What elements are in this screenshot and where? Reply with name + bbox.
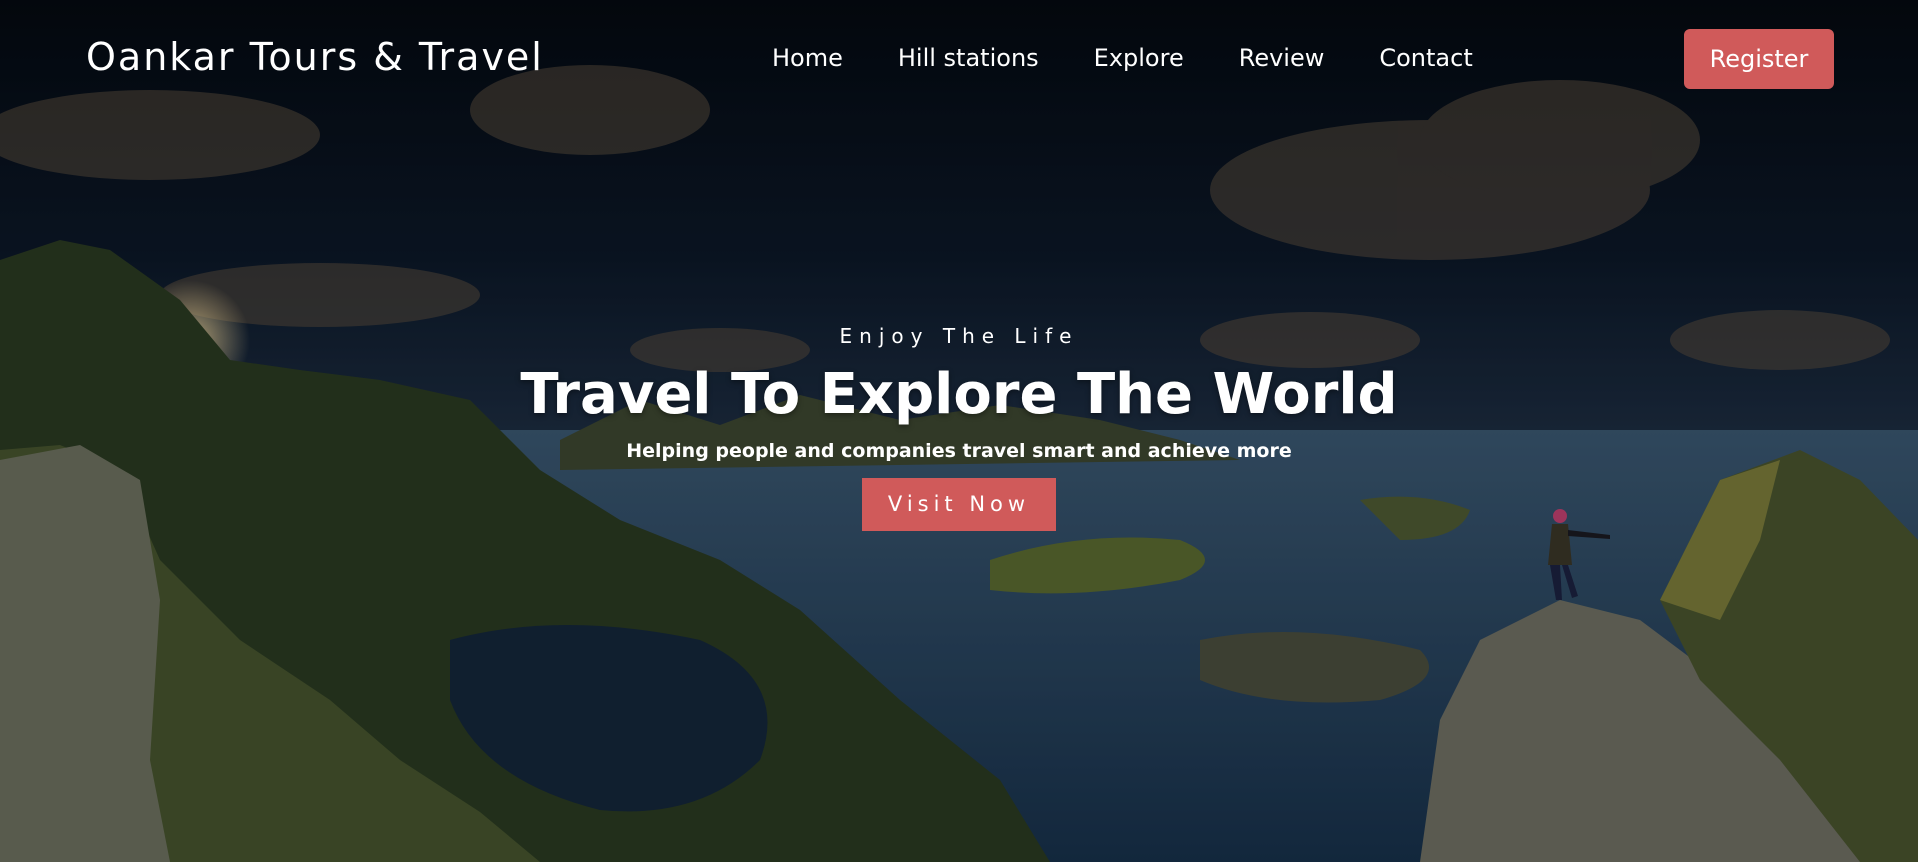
visit-now-button[interactable]: Visit Now — [862, 477, 1056, 531]
nav-link-review[interactable]: Review — [1239, 44, 1325, 72]
hero-content: Enjoy The Life Travel To Explore The Wor… — [0, 324, 1918, 531]
hero-tagline: Enjoy The Life — [839, 324, 1079, 348]
nav-link-home[interactable]: Home — [772, 44, 843, 72]
hero-subtitle: Helping people and companies travel smar… — [626, 439, 1292, 462]
nav-links: Home Hill stations Explore Review Contac… — [772, 44, 1473, 72]
hero-section: Oankar Tours & Travel Home Hill stations… — [0, 0, 1918, 862]
nav-link-contact[interactable]: Contact — [1379, 44, 1472, 72]
site-logo[interactable]: Oankar Tours & Travel — [86, 35, 544, 79]
register-button[interactable]: Register — [1684, 29, 1834, 89]
nav-link-explore[interactable]: Explore — [1094, 44, 1184, 72]
nav-link-hill-stations[interactable]: Hill stations — [898, 44, 1039, 72]
hero-headline: Travel To Explore The World — [520, 362, 1398, 427]
top-navbar: Oankar Tours & Travel Home Hill stations… — [0, 0, 1918, 118]
